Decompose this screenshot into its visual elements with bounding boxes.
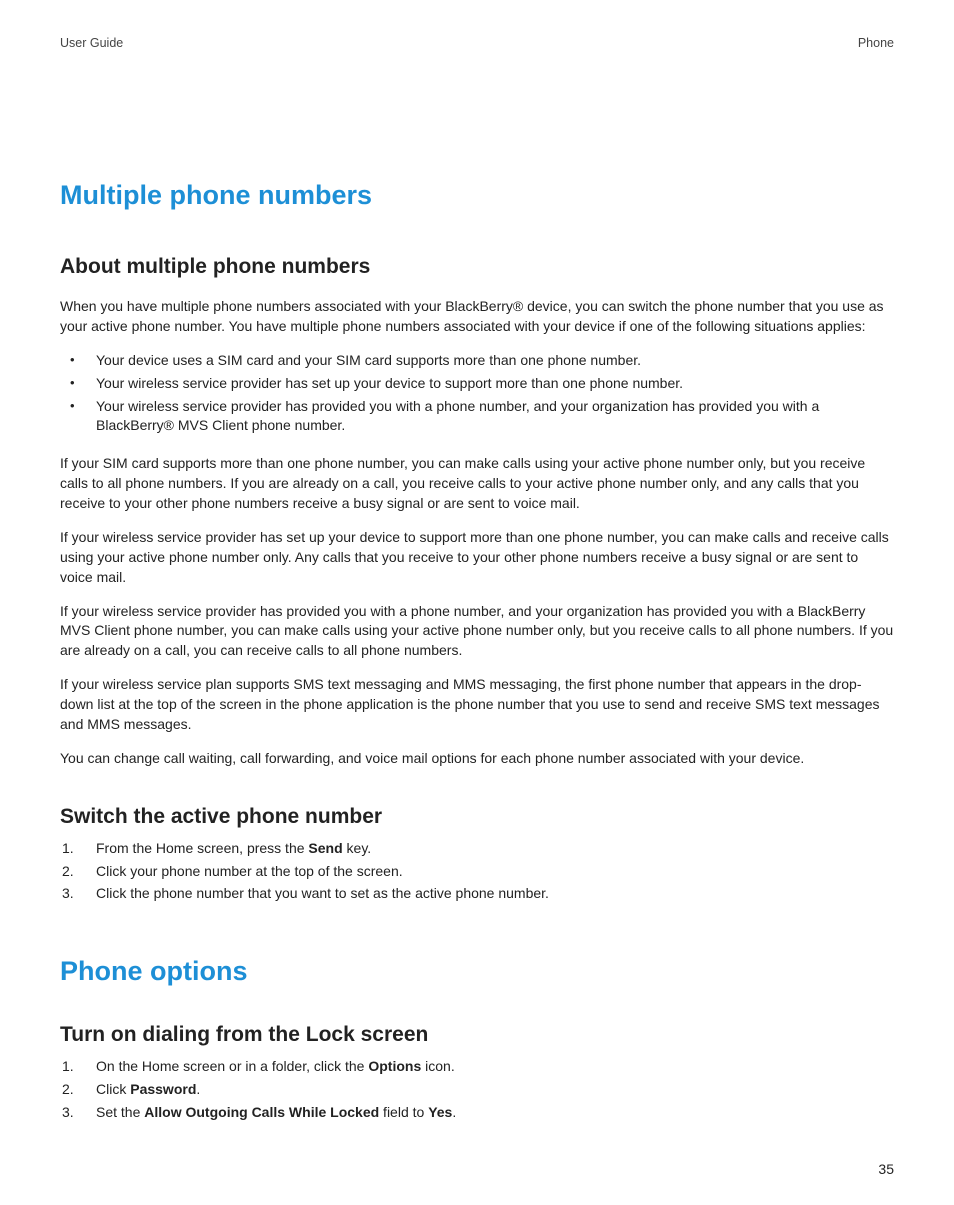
step-bold: Password xyxy=(130,1081,196,1097)
step-item: Set the Allow Outgoing Calls While Locke… xyxy=(96,1103,894,1123)
step-bold: Allow Outgoing Calls While Locked xyxy=(144,1104,379,1120)
step-text: From the Home screen, press the xyxy=(96,840,308,856)
section-title: Multiple phone numbers xyxy=(60,180,894,211)
step-item: Click your phone number at the top of th… xyxy=(96,862,894,882)
subsection-title-about: About multiple phone numbers xyxy=(60,255,894,279)
bullet-item: Your wireless service provider has provi… xyxy=(96,397,894,437)
step-item: On the Home screen or in a folder, click… xyxy=(96,1057,894,1077)
paragraph: If your wireless service provider has se… xyxy=(60,528,894,588)
section-phone-options: Phone options Turn on dialing from the L… xyxy=(60,956,894,1123)
document-page: User Guide Phone Multiple phone numbers … xyxy=(0,0,954,1205)
subsection-title-dialing-lock: Turn on dialing from the Lock screen xyxy=(60,1023,894,1047)
paragraph: When you have multiple phone numbers ass… xyxy=(60,297,894,337)
step-text: . xyxy=(196,1081,200,1097)
section-title: Phone options xyxy=(60,956,894,987)
step-text: . xyxy=(452,1104,456,1120)
paragraph: If your wireless service plan supports S… xyxy=(60,675,894,735)
step-bold: Send xyxy=(308,840,342,856)
step-item: Click the phone number that you want to … xyxy=(96,884,894,904)
step-bold: Yes xyxy=(428,1104,452,1120)
bullet-item: Your device uses a SIM card and your SIM… xyxy=(96,351,894,371)
step-item: Click Password. xyxy=(96,1080,894,1100)
page-number: 35 xyxy=(878,1161,894,1177)
paragraph: You can change call waiting, call forwar… xyxy=(60,749,894,769)
paragraph: If your wireless service provider has pr… xyxy=(60,602,894,662)
step-text: On the Home screen or in a folder, click… xyxy=(96,1058,368,1074)
step-text: Click xyxy=(96,1081,130,1097)
step-text: icon. xyxy=(421,1058,454,1074)
page-header: User Guide Phone xyxy=(60,36,894,50)
header-left: User Guide xyxy=(60,36,123,50)
step-item: From the Home screen, press the Send key… xyxy=(96,839,894,859)
step-text: key. xyxy=(343,840,372,856)
bullet-list: Your device uses a SIM card and your SIM… xyxy=(60,351,894,437)
ordered-list: On the Home screen or in a folder, click… xyxy=(60,1057,894,1123)
section-multiple-phone-numbers: Multiple phone numbers About multiple ph… xyxy=(60,180,894,904)
ordered-list: From the Home screen, press the Send key… xyxy=(60,839,894,905)
header-right: Phone xyxy=(858,36,894,50)
step-text: Set the xyxy=(96,1104,144,1120)
step-text: field to xyxy=(379,1104,428,1120)
bullet-item: Your wireless service provider has set u… xyxy=(96,374,894,394)
step-bold: Options xyxy=(368,1058,421,1074)
paragraph: If your SIM card supports more than one … xyxy=(60,454,894,514)
subsection-title-switch: Switch the active phone number xyxy=(60,805,894,829)
